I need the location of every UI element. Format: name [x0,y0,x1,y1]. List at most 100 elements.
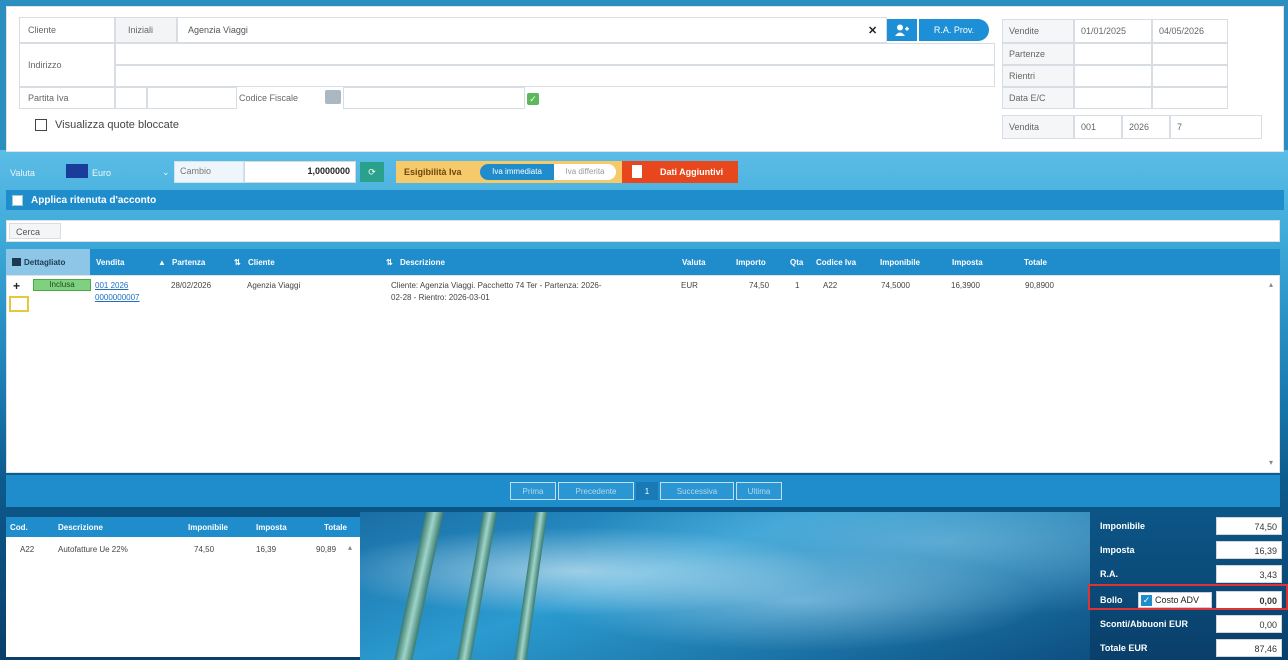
cambio-label-box: Cambio [174,161,244,183]
chevron-down-icon[interactable]: ⌄ [162,167,170,178]
cambio-label: Cambio [180,166,212,176]
col-partenza[interactable]: Partenza [172,258,205,267]
totals-ra: R.A. 3,43 [1096,564,1286,584]
search-mode-select[interactable]: Iniziali [115,17,177,43]
vendita-link[interactable]: 001 2026 [95,281,128,290]
data-ec-from-input[interactable] [1074,87,1152,109]
pager-last[interactable]: Ultima [736,482,782,500]
cell-partenza: 28/02/2026 [171,281,212,290]
vendita-link-number[interactable]: 0000000007 [95,293,140,302]
iva-col-imponibile: Imponibile [188,523,228,532]
grid-icon [12,258,21,266]
client-input-value: Agenzia Viaggi [188,25,248,35]
client-input[interactable]: Agenzia Viaggi ✕ [177,17,887,43]
pager-prev[interactable]: Precedente [558,482,634,500]
iva-imponibile: 74,50 [194,545,215,554]
refresh-icon[interactable]: ⟳ [360,162,384,182]
search-mode-label: Iniziali [128,25,154,35]
iva-cod: A22 [20,545,35,554]
partenze-label-cell: Partenze [1002,43,1074,65]
pager-current[interactable]: 1 [636,482,658,500]
partita-iva-label: Partita Iva [28,93,69,103]
col-qta[interactable]: Qta [790,258,803,267]
currency-value[interactable]: Euro [92,168,111,178]
col-descrizione[interactable]: Descrizione [400,258,445,267]
sconti-label: Sconti/Abbuoni EUR [1100,619,1188,629]
vendita-code-value: 001 [1081,122,1097,132]
ra-prov-button[interactable]: R.A. Prov. [919,19,989,41]
partita-iva-prefix[interactable] [115,87,147,109]
iva-totale: 90,89 [316,545,337,554]
vendite-label: Vendite [1009,26,1040,36]
iva-immediata-toggle[interactable]: Iva immediata [480,164,554,180]
totals-sconti: Sconti/Abbuoni EUR 0,00 [1096,614,1286,634]
date-to-value: 04/05/2026 [1159,26,1205,36]
show-locked-checkbox[interactable] [35,119,47,131]
sconti-value[interactable]: 0,00 [1216,615,1282,633]
partenze-to-input[interactable] [1152,43,1228,65]
cell-cliente: Agenzia Viaggi [247,281,301,290]
dati-aggiuntivi-button[interactable]: Dati Aggiuntivi [622,161,738,183]
data-ec-to-input[interactable] [1152,87,1228,109]
date-from-input[interactable]: 01/01/2025 [1074,19,1152,43]
user-icon [895,24,909,36]
iva-desc: Autofatture Ue 22% [58,545,128,554]
expand-icon[interactable]: + [13,279,20,293]
sales-grid-header: Dettagliato Vendita ▲ Partenza ⇅ Cliente… [6,249,1280,275]
cell-descrizione-2: 02-28 - Rientro: 2026-03-01 [391,293,490,302]
ritenuta-label: Applica ritenuta d'acconto [31,194,157,206]
ritenuta-checkbox[interactable] [12,194,23,206]
partita-iva-input[interactable] [147,87,237,109]
col-imponibile[interactable]: Imponibile [880,258,920,267]
pager-next[interactable]: Successiva [660,482,734,500]
sort-icon: ▲ [158,258,166,267]
date-to-input[interactable]: 04/05/2026 [1152,19,1228,43]
col-vendita[interactable]: Vendita [96,258,124,267]
iva-differita-toggle[interactable]: Iva differita [554,164,616,180]
rientri-label-cell: Rientri [1002,65,1074,87]
dati-aggiuntivi-label: Dati Aggiuntivi [660,167,724,177]
iva-summary-header: Cod. Descrizione Imponibile Imposta Tota… [6,517,360,537]
vendita-num-input[interactable]: 7 [1170,115,1262,139]
clear-icon[interactable]: ✕ [868,24,877,37]
codice-fiscale-calc-icon[interactable] [325,90,341,104]
imponibile-label: Imponibile [1100,521,1145,531]
col-valuta[interactable]: Valuta [682,258,706,267]
search-input[interactable] [63,223,1277,239]
indirizzo-input-2[interactable] [115,65,995,87]
indirizzo-input-1[interactable] [115,43,995,65]
col-imposta[interactable]: Imposta [952,258,983,267]
pager: Prima Precedente 1 Successiva Ultima [6,475,1280,507]
cell-codice-iva: A22 [823,281,838,290]
totals-imponibile: Imponibile 74,50 [1096,516,1286,536]
pager-first[interactable]: Prima [510,482,556,500]
settings-icon[interactable] [9,296,29,312]
sort-icon: ⇅ [386,258,393,267]
imponibile-value: 74,50 [1216,517,1282,535]
iva-col-totale: Totale [324,523,347,532]
rientri-to-input[interactable] [1152,65,1228,87]
partenze-from-input[interactable] [1074,43,1152,65]
sort-icon: ⇅ [234,258,241,267]
user-lookup-button[interactable] [887,19,917,41]
rientri-from-input[interactable] [1074,65,1152,87]
cell-imposta: 16,3900 [951,281,980,290]
vendita-year-input[interactable]: 2026 [1122,115,1170,139]
col-importo[interactable]: Importo [736,258,766,267]
esigibilita-label: Esigibilità Iva [404,167,462,177]
scroll-down-icon[interactable]: ▾ [1269,458,1273,467]
cambio-input[interactable]: 1,0000000 [244,161,356,183]
imposta-value: 16,39 [1216,541,1282,559]
scroll-up-icon[interactable]: ▴ [1269,280,1273,289]
ra-highlight-box [1088,584,1288,610]
totals-totale: Totale EUR 87,46 [1096,638,1286,658]
col-totale[interactable]: Totale [1024,258,1047,267]
codice-fiscale-input[interactable] [343,87,525,109]
col-cliente[interactable]: Cliente [248,258,275,267]
scroll-up-icon[interactable]: ▴ [348,543,352,552]
iva-col-cod: Cod. [10,523,28,532]
col-codice-iva[interactable]: Codice Iva [816,258,856,267]
vendita-code-input[interactable]: 001 [1074,115,1122,139]
status-badge: Inclusa [33,279,91,291]
client-panel: Cliente Iniziali Agenzia Viaggi ✕ R.A. P… [6,6,1284,152]
